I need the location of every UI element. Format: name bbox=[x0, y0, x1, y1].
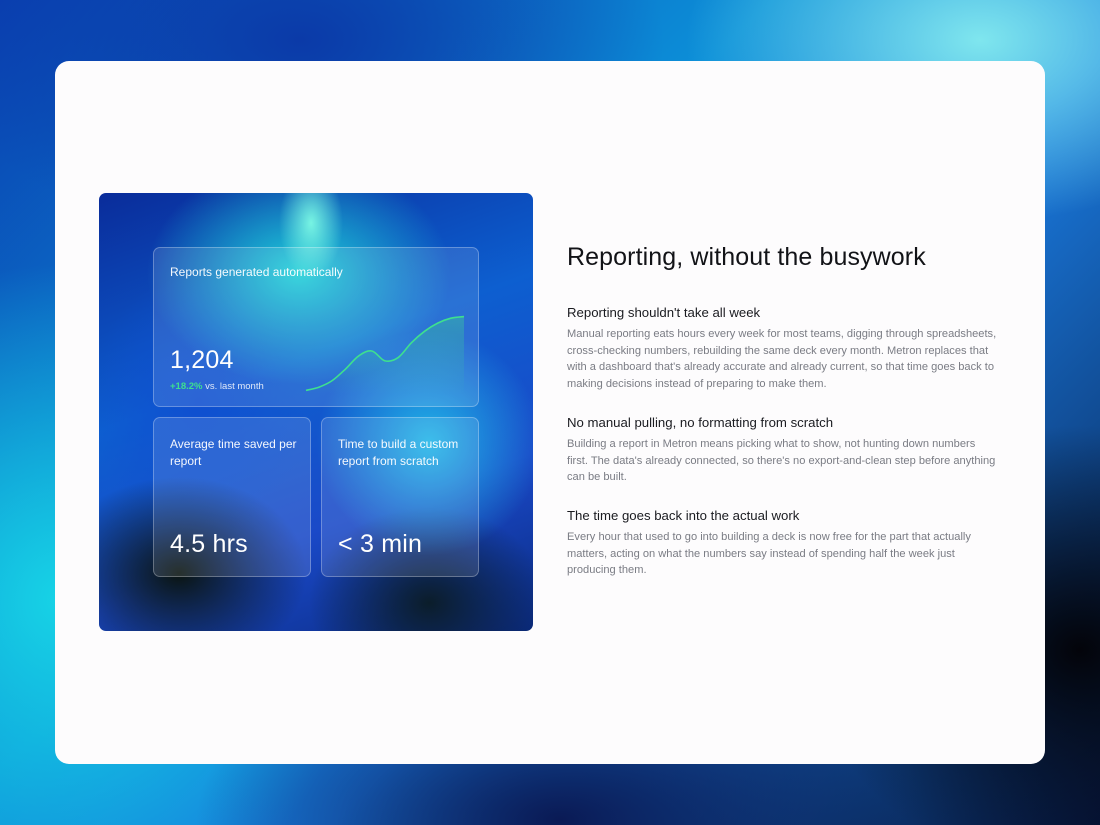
feature-description: Manual reporting eats hours every week f… bbox=[567, 328, 997, 391]
feature-description: Every hour that used to go into building… bbox=[567, 530, 971, 577]
feature-title: Reporting shouldn't take all week bbox=[567, 305, 761, 320]
feature-title: No manual pulling, no formatting from sc… bbox=[567, 414, 834, 430]
feature-description: Building a report in Metron means pickin… bbox=[567, 437, 996, 484]
delta-value: +18.2% bbox=[170, 381, 203, 392]
build-time-value: < 3 min bbox=[338, 530, 423, 558]
build-time-stat-card: Time to build a custom report from scrat… bbox=[321, 417, 479, 577]
feature-item: No manual pulling, no formatting from sc… bbox=[567, 415, 997, 486]
feature-item: The time goes back into the actual work … bbox=[567, 508, 997, 579]
reports-stat-card: Reports generated automatically 1,204 +1… bbox=[153, 247, 479, 407]
delta-text: vs. last month bbox=[205, 381, 264, 392]
reports-stat-label: Reports generated automatically bbox=[170, 265, 343, 279]
feature-card: Reports generated automatically 1,204 +1… bbox=[55, 61, 1045, 764]
reports-trend-chart bbox=[305, 315, 465, 394]
reports-stat-delta: +18.2% vs. last month bbox=[170, 381, 264, 392]
time-saved-stat-card: Average time saved per report 4.5 hrs bbox=[153, 417, 311, 577]
feature-title: The time goes back into the actual work bbox=[567, 507, 800, 523]
feature-content: Reporting, without the busywork Reportin… bbox=[567, 243, 997, 601]
reports-stat-value: 1,204 bbox=[170, 346, 234, 374]
feature-item: Reporting shouldn't take all week Manual… bbox=[567, 305, 997, 393]
section-heading: Reporting, without the busywork bbox=[567, 243, 926, 271]
time-saved-value: 4.5 hrs bbox=[170, 530, 248, 558]
stats-visual: Reports generated automatically 1,204 +1… bbox=[99, 193, 533, 631]
build-time-label: Time to build a custom report from scrat… bbox=[338, 437, 459, 468]
time-saved-label: Average time saved per report bbox=[170, 437, 297, 468]
